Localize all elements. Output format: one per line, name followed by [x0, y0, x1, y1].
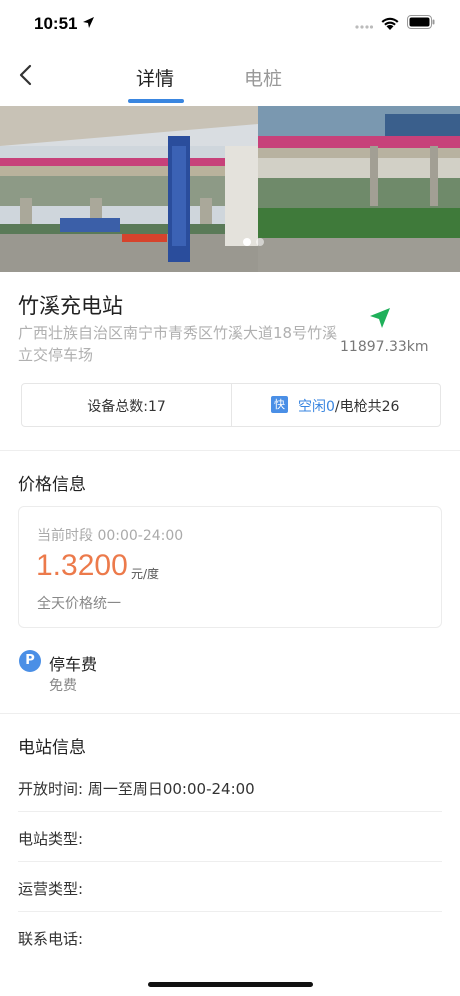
price-note: 全天价格统一 — [37, 596, 121, 612]
price-card: 当前时段 00:00-24:00 1.3200 元/度 全天价格统一 — [18, 506, 442, 628]
info-label: 电站类型: — [18, 830, 84, 848]
status-bar: 10:51 — [0, 0, 460, 48]
price-value: 1.3200 — [36, 549, 128, 582]
wifi-icon — [381, 17, 399, 30]
idle-count: 0 — [326, 399, 335, 415]
distance-text: 11897.33km — [340, 339, 429, 355]
navigate-arrow-icon[interactable] — [368, 306, 392, 330]
idle-guns: 空闲0/电枪共26 — [298, 396, 399, 416]
section-divider — [0, 450, 460, 451]
device-total: 设备总数:17 — [22, 396, 231, 416]
cellular-signal-icon — [355, 25, 373, 29]
period-label: 当前时段 — [37, 528, 93, 544]
price-period: 当前时段 00:00-24:00 — [37, 525, 183, 545]
charger-summary: 设备总数:17 快 空闲0/电枪共26 — [21, 383, 441, 427]
price-unit: 元/度 — [131, 567, 160, 581]
station-name: 竹溪充电站 — [18, 294, 123, 318]
location-arrow-icon — [83, 17, 94, 28]
idle-label: 空闲 — [298, 399, 326, 415]
section-divider — [0, 713, 460, 714]
battery-icon — [407, 15, 435, 29]
parking-icon: P — [19, 650, 41, 672]
price-section-title: 价格信息 — [18, 475, 86, 495]
info-label: 运营类型: — [18, 880, 84, 898]
info-row-station-type: 电站类型: — [18, 828, 83, 849]
summary-divider — [231, 384, 232, 426]
fast-charge-badge: 快 — [271, 396, 288, 413]
station-photo — [0, 106, 460, 272]
parking-fee-value: 免费 — [49, 678, 77, 694]
home-indicator[interactable] — [148, 982, 313, 987]
carousel-dot-active — [243, 238, 251, 246]
gun-total: /电枪共26 — [334, 399, 400, 415]
device-total-label: 设备总数: — [87, 399, 148, 415]
row-divider — [18, 811, 442, 812]
tab-chargers[interactable]: 电桩 — [244, 64, 282, 91]
row-divider — [18, 861, 442, 862]
status-time: 10:51 — [34, 14, 78, 33]
top-navigation: 详情 电桩 — [0, 48, 460, 106]
info-row-operation-type: 运营类型: — [18, 878, 83, 899]
active-tab-indicator — [128, 99, 184, 103]
info-label: 联系电话: — [18, 930, 84, 948]
parking-fee-title: 停车费 — [49, 655, 98, 674]
device-total-count: 17 — [147, 399, 166, 415]
carousel-dot — [256, 238, 264, 246]
period-time: 00:00-24:00 — [97, 528, 184, 544]
station-photo-carousel[interactable] — [0, 106, 460, 272]
info-label: 开放时间: — [18, 780, 84, 798]
row-divider — [18, 911, 442, 912]
station-info-title: 电站信息 — [18, 738, 86, 758]
back-arrow-icon[interactable] — [12, 60, 42, 90]
info-row-phone[interactable]: 联系电话: — [18, 928, 83, 949]
info-value: 周一至周日00:00-24:00 — [87, 780, 255, 798]
info-row-open-hours: 开放时间: 周一至周日00:00-24:00 — [18, 778, 255, 799]
station-address: 广西壮族自治区南宁市青秀区竹溪大道18号竹溪立交停车场 — [18, 324, 338, 364]
tab-details[interactable]: 详情 — [136, 64, 174, 91]
